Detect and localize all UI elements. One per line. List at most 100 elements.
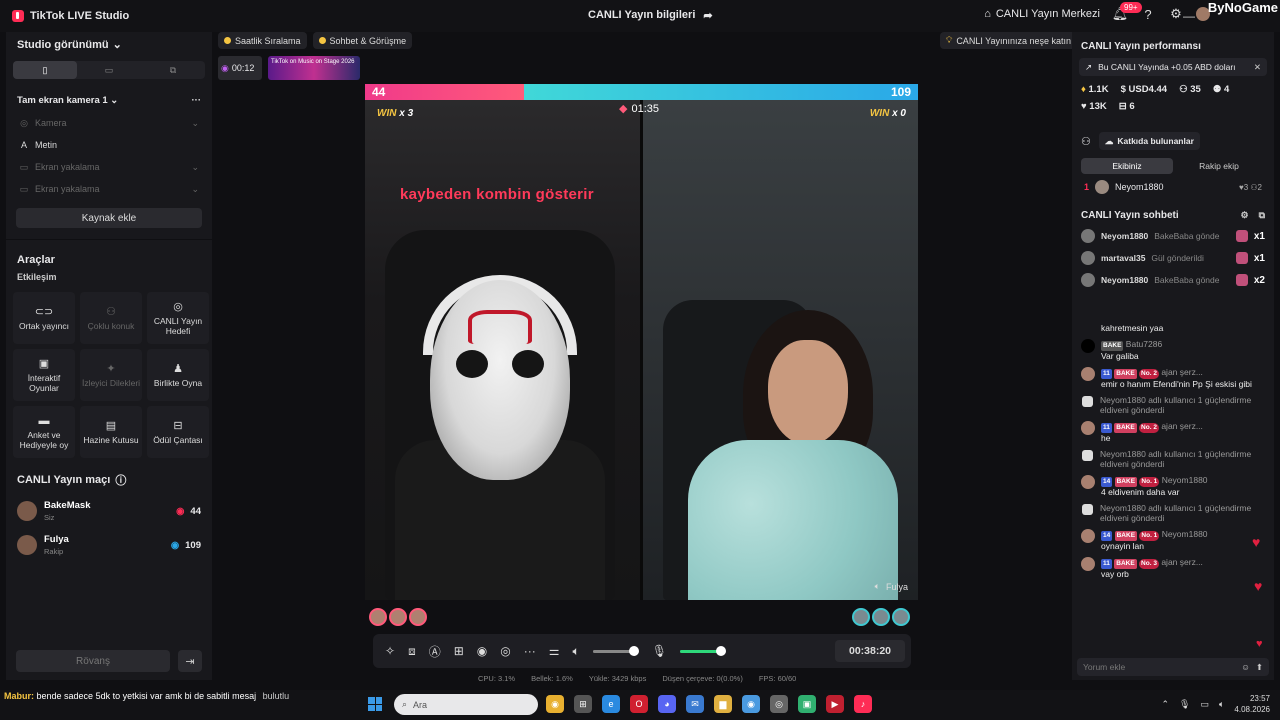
mic-icon[interactable]: 🎙︎ (652, 644, 667, 658)
tool-button[interactable]: ⊟ Ödül Çantası (147, 406, 209, 458)
app-icon[interactable]: ▣ (798, 695, 816, 713)
gifter-avatar[interactable] (369, 608, 387, 626)
screenshot-icon[interactable]: ⧈ (408, 644, 416, 659)
send-icon[interactable]: ⬆ (1256, 662, 1263, 673)
tool-button[interactable]: ▣ İnteraktif Oyunlar (13, 349, 75, 401)
scene-dropdown[interactable]: Tam ekran kamera 1 ⌄ (17, 95, 118, 106)
help-button[interactable]: ? (1140, 6, 1156, 22)
chevron-up-icon[interactable]: ⌃ (1162, 699, 1170, 710)
opera-icon[interactable]: O (630, 695, 648, 713)
windows-start-icon[interactable] (368, 697, 382, 711)
tab-portrait[interactable]: ▯ (13, 61, 77, 79)
chat-message[interactable]: kahretmesin yaa (1072, 320, 1274, 336)
volume-icon[interactable]: 🔈︎ (1219, 699, 1224, 710)
live-info-button[interactable]: CANLI Yayın bilgileri ➦ (588, 9, 713, 22)
mail-icon[interactable]: ✉ (686, 695, 704, 713)
mini-timer-card[interactable]: ◉ 00:12 (218, 56, 262, 80)
mic-tray-icon[interactable]: 🎙︎ (1179, 699, 1190, 710)
pinned-gift-row[interactable]: martaval35 Gül gönderildi x1 (1072, 247, 1274, 269)
clock[interactable]: 23:57 4.08.2026 (1234, 693, 1270, 715)
tab-dual[interactable]: ⧉ (141, 61, 205, 79)
match-row[interactable]: Fulya Rakip ◉ 109 (6, 528, 212, 562)
chat-message[interactable]: Neyom1880 adlı kullanıcı 1 güçlendirme e… (1072, 392, 1274, 418)
record-icon[interactable]: ◉ (477, 644, 487, 658)
gifter-avatar[interactable] (872, 608, 890, 626)
chat-input[interactable]: Yorum ekle ☺ ⬆ (1077, 658, 1269, 676)
add-source-button[interactable]: Kaynak ekle (16, 208, 202, 228)
chevron-down-icon[interactable]: ⌄ (191, 184, 199, 195)
gifter-avatar[interactable] (892, 608, 910, 626)
source-item[interactable]: ◎ Kamera ⌄ (6, 112, 212, 134)
contributors-button[interactable]: ☁ Katkıda bulunanlar (1098, 132, 1200, 150)
chevron-down-icon[interactable]: ⌄ (191, 118, 199, 129)
edge-icon[interactable]: e (602, 695, 620, 713)
speaker-icon[interactable]: 🔈︎ (573, 644, 580, 659)
layout-icon[interactable]: ⊞ (454, 644, 464, 658)
more-icon[interactable]: ··· (524, 644, 536, 658)
discord-icon[interactable]: ◕ (658, 695, 676, 713)
network-icon[interactable]: ▭ (1200, 699, 1209, 710)
mic-knob[interactable] (716, 645, 727, 656)
chat-message[interactable]: 11 BAKE No. 2 ajan şerz... emir o hanım E… (1072, 364, 1274, 392)
hourly-ranking-chip[interactable]: Saatlik Sıralama (218, 32, 307, 49)
gear-icon[interactable]: ⚙ (1240, 210, 1248, 221)
store-icon[interactable]: ⊞ (574, 695, 592, 713)
live-center-button[interactable]: ⌂ CANLI Yayın Merkezi (984, 8, 1100, 20)
ai-icon[interactable]: Ⓐ (429, 643, 441, 660)
match-row[interactable]: BakeMask Siz ◉ 44 (6, 494, 212, 528)
person-add-icon[interactable]: ⚇ (1081, 135, 1091, 148)
chat-message[interactable]: Neyom1880 adlı kullanıcı 1 güçlendirme e… (1072, 446, 1274, 472)
tool-button[interactable]: ▤ Hazine Kutusu (80, 406, 142, 458)
exit-icon[interactable]: ⇥ (178, 650, 202, 672)
tool-button[interactable]: ▬ Anket ve Hediyeyle oy (13, 406, 75, 458)
mixer-icon[interactable]: ⚌ (549, 644, 560, 658)
effects-icon[interactable]: ✧ (385, 644, 395, 658)
source-item[interactable]: ▭ Ekran yakalama ⌄ (6, 178, 212, 200)
minimize-button[interactable]: — (1183, 9, 1195, 23)
folder-icon[interactable]: ▆ (714, 695, 732, 713)
gifter-avatar[interactable] (389, 608, 407, 626)
more-icon[interactable]: ··· (192, 95, 202, 106)
tool-button[interactable]: ⚇ Çoklu konuk (80, 292, 142, 344)
chat-message[interactable]: BAKE Batu7286 Var galiba (1072, 336, 1274, 364)
rematch-button[interactable]: Rövanş (16, 650, 170, 672)
tab-landscape[interactable]: ▭ (77, 61, 141, 79)
chrome-icon[interactable]: ◉ (546, 695, 564, 713)
gifter-avatar[interactable] (852, 608, 870, 626)
chat-message[interactable]: 11 BAKE No. 2 ajan şerz... he (1072, 418, 1274, 446)
chat-message[interactable]: 11 BAKE No. 3 ajan şerz... vay orb (1072, 554, 1274, 582)
taskbar-search[interactable]: ⌕ Ara (394, 694, 538, 715)
mic-slider[interactable] (679, 645, 727, 656)
music-event-card[interactable]: TikTok on Music on Stage 2026 (268, 56, 360, 80)
pinned-gift-row[interactable]: Neyom1880 BakeBaba gönde x1 (1072, 225, 1274, 247)
fun-chip[interactable]: 💡︎ CANLI Yayınınıza neşe katın (940, 32, 1078, 49)
close-icon[interactable]: ✕ (1254, 62, 1261, 73)
browser-icon[interactable]: ◉ (742, 695, 760, 713)
ranking-row[interactable]: 1 Neyom1880 ♥3 ⚇2 (1072, 174, 1274, 200)
tool-button[interactable]: ♟ Birlikte Oyna (147, 349, 209, 401)
tiktok-icon[interactable]: ♪ (854, 695, 872, 713)
volume-slider[interactable] (592, 645, 640, 656)
tool-button[interactable]: ✦ İzleyici Dilekleri (80, 349, 142, 401)
chat-call-chip[interactable]: Sohbet & Görüşme (312, 32, 413, 49)
emoji-icon[interactable]: ☺ (1241, 662, 1250, 673)
steam-icon[interactable]: ◎ (770, 695, 788, 713)
chat-message[interactable]: 14 BAKE No. 1 Neyom1880 4 eldivenim daha … (1072, 472, 1274, 500)
camera-effects-icon[interactable]: ◎ (500, 644, 510, 658)
settings-button[interactable]: ⚙ (1168, 6, 1184, 22)
tool-button[interactable]: ⊂⊃ Ortak yayıncı (13, 292, 75, 344)
tab-our-team[interactable]: Ekibiniz (1081, 158, 1173, 174)
notifications-button[interactable]: 🔔︎ 99+ (1112, 2, 1142, 22)
chevron-down-icon[interactable]: ⌄ (191, 162, 199, 173)
gifter-avatar[interactable] (409, 608, 427, 626)
source-item[interactable]: ▭ Ekran yakalama ⌄ (6, 156, 212, 178)
info-icon[interactable]: ⓘ (115, 472, 126, 488)
source-item[interactable]: A Metin (6, 134, 212, 156)
tab-opponent-team[interactable]: Rakip ekip (1173, 158, 1265, 174)
youtube-icon[interactable]: ▶ (826, 695, 844, 713)
pinned-gift-row[interactable]: Neyom1880 BakeBaba gönde x2 (1072, 269, 1274, 291)
chat-message[interactable]: 14 BAKE No. 1 Neyom1880 oynayin lan (1072, 526, 1274, 554)
mute-icon[interactable]: 🔈︎ (875, 581, 880, 592)
tool-button[interactable]: ◎ CANLI Yayın Hedefi (147, 292, 209, 344)
volume-knob[interactable] (629, 645, 640, 656)
